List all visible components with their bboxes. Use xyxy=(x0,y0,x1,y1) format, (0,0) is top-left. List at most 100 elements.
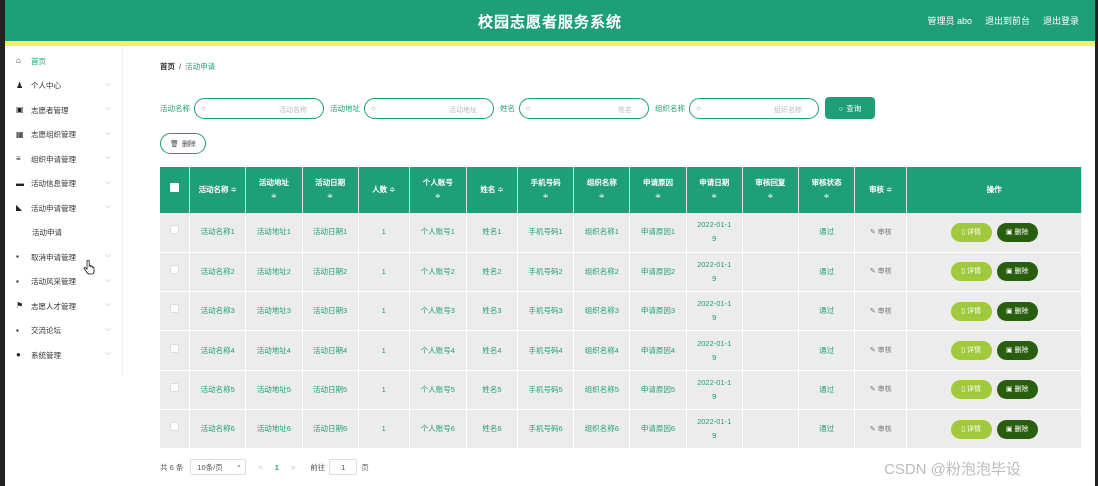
column-header-5[interactable]: 姓名 ≑ xyxy=(466,167,519,213)
row-checkbox[interactable] xyxy=(160,330,191,371)
page-number-current[interactable]: 1 xyxy=(275,463,279,472)
detail-button[interactable]: ▯ 详情 xyxy=(950,341,992,361)
table-cell: 1 xyxy=(358,370,410,410)
delete-button[interactable]: ▣ 删除 xyxy=(996,222,1038,242)
sidebar-item-2[interactable]: ▣ 志愿者管理 ⌵ xyxy=(5,98,122,123)
cell-value: 组织名称6 xyxy=(584,424,619,434)
detail-button[interactable]: ▯ 详情 xyxy=(950,419,992,439)
table-cell: 活动日期2 xyxy=(302,252,359,293)
search-input-2[interactable]: ○ 姓名 xyxy=(519,97,649,119)
detail-button[interactable]: ▯ 详情 xyxy=(950,301,992,321)
sidebar-item-5[interactable]: ▬ 活动信息管理 ⌵ xyxy=(5,172,122,197)
cell-value: 姓名4 xyxy=(482,345,502,355)
delete-button[interactable]: ▣ 删除 xyxy=(996,419,1038,439)
edit-icon: ✎ xyxy=(869,347,878,355)
delete-button[interactable]: ▣ 删除 xyxy=(996,380,1038,400)
admin-user-link[interactable]: 管理员 abo xyxy=(927,14,972,27)
search-input-3[interactable]: ○ 组织名称 xyxy=(689,97,819,119)
sidebar-item-3[interactable]: ▦ 志愿组织管理 ⌵ xyxy=(5,123,122,148)
next-page-button[interactable]: > xyxy=(291,463,295,472)
sidebar-item-0[interactable]: ⌂ 首页 xyxy=(5,49,122,74)
prev-page-button[interactable]: < xyxy=(258,463,262,472)
delete-button[interactable]: ▣ 删除 xyxy=(996,301,1038,321)
sidebar-item-1[interactable]: ♟ 个人中心 ⌵ xyxy=(5,74,122,99)
delete-button[interactable]: ▣ 删除 xyxy=(996,341,1038,361)
detail-button[interactable]: ▯ 详情 xyxy=(950,380,992,400)
table-cell: 组织名称3 xyxy=(573,291,631,332)
audit-link[interactable]: ✎ 审核 xyxy=(870,426,892,433)
audit-link[interactable]: ✎ 审核 xyxy=(870,229,892,236)
cell-value: 活动日期1 xyxy=(313,227,348,237)
column-header-6[interactable]: 手机号码 ≑ xyxy=(517,167,575,213)
row-checkbox[interactable] xyxy=(160,409,191,450)
breadcrumb-home[interactable]: 首页 xyxy=(160,62,175,71)
cell-value: 活动名称1 xyxy=(200,227,235,237)
sidebar-item-8[interactable]: ▪ 活动风采管理 ⌵ xyxy=(5,270,122,295)
table-row: 活动名称2 活动地址2 活动日期2 1 个人账号2 姓名2 手机号码2 组织名称2 申请原因2 2… xyxy=(160,252,1082,293)
query-button[interactable]: ○ 查询 xyxy=(825,97,875,119)
checkbox-icon xyxy=(170,343,180,353)
cell-value: 申请原因3 xyxy=(640,306,676,316)
sidebar-subitem-active[interactable]: 活动申请 xyxy=(5,220,122,245)
table-cell: 姓名4 xyxy=(466,330,519,371)
audit-label: 审核 xyxy=(877,268,892,276)
audit-link[interactable]: ✎ 审核 xyxy=(870,386,892,393)
column-header-9[interactable]: 申请日期 ≑ xyxy=(686,167,743,213)
page-size-select[interactable]: 10条/页 ▾ xyxy=(190,459,247,475)
query-label: 查询 xyxy=(846,103,862,113)
table-cell: 组织名称2 xyxy=(573,252,631,293)
chevron-down-icon: ▾ xyxy=(237,464,241,470)
column-header-7[interactable]: 组织名称 ≑ xyxy=(573,167,631,213)
audit-label: 审核 xyxy=(877,228,892,236)
column-label: 个人账号 xyxy=(422,178,453,187)
home-icon: ⌂ xyxy=(16,56,21,65)
sidebar-item-11[interactable]: ● 系统管理 ⌵ xyxy=(5,343,122,368)
sidebar-item-9[interactable]: ⚑ 志愿人才管理 ⌵ xyxy=(5,294,122,319)
row-checkbox[interactable] xyxy=(160,370,191,410)
sidebar-item-6[interactable]: ◣ 活动申请管理 ⌵ xyxy=(5,196,122,221)
audit-link[interactable]: ✎ 审核 xyxy=(870,347,892,354)
delete-label: 删除 xyxy=(1014,228,1029,236)
logout-link[interactable]: 退出登录 xyxy=(1043,14,1079,27)
detail-button[interactable]: ▯ 详情 xyxy=(950,262,992,282)
goto-page-input[interactable]: 1 xyxy=(329,459,358,475)
search-input-1[interactable]: ○ 活动地址 xyxy=(364,97,494,119)
cell-value: 组织名称5 xyxy=(584,384,619,394)
table-cell: 手机号码6 xyxy=(517,409,575,450)
row-checkbox[interactable] xyxy=(160,213,191,253)
column-header-10[interactable]: 审核回复 ≑ xyxy=(742,167,799,213)
detail-label: 详情 xyxy=(967,425,982,433)
column-header-3[interactable]: 人数 ≑ xyxy=(358,167,410,213)
chevron-down-icon: ⌵ xyxy=(105,276,111,284)
exit-to-frontend-link[interactable]: 退出到前台 xyxy=(985,14,1030,27)
cell-value: 个人账号2 xyxy=(420,266,455,276)
audit-link[interactable]: ✎ 审核 xyxy=(870,308,892,315)
sidebar-item-7[interactable]: ▪ 取消申请管理 ⌵ xyxy=(5,245,122,270)
table-cell: 活动日期3 xyxy=(302,291,359,332)
batch-delete-button[interactable]: 🗑 删除 xyxy=(160,133,206,154)
column-header-4[interactable]: 个人账号 ≑ xyxy=(409,167,467,213)
goto-label: 前往 xyxy=(310,462,326,472)
row-checkbox[interactable] xyxy=(160,291,191,332)
sidebar-item-4[interactable]: ≡ 组织申请管理 ⌵ xyxy=(5,147,122,172)
column-header-11[interactable]: 审核状态 ≑ xyxy=(798,167,856,213)
delete-button[interactable]: ▣ 删除 xyxy=(996,262,1038,282)
column-header-2[interactable]: 活动日期 ≑ xyxy=(302,167,359,213)
apply-date-part2: 9 xyxy=(712,234,717,244)
chevron-down-icon: ⌵ xyxy=(105,129,111,137)
sidebar-item-10[interactable]: ▪ 交流论坛 ⌵ xyxy=(5,319,122,344)
table-cell: 2022-01-1 9 xyxy=(686,330,743,371)
column-header-8[interactable]: 申请原因 ≑ xyxy=(629,167,687,213)
search-input-0[interactable]: ○ 活动名称 xyxy=(194,97,324,119)
select-all-checkbox[interactable] xyxy=(160,167,191,213)
top-header: 校园志愿者服务系统 管理员 abo 退出到前台 退出登录 xyxy=(5,0,1095,41)
column-header-12[interactable]: 审核 ≑ xyxy=(854,167,908,213)
column-header-0[interactable]: 活动名称 ≑ xyxy=(189,167,247,213)
flag-icon: ⚑ xyxy=(16,301,24,310)
table-cell: 申请原因4 xyxy=(629,330,687,371)
audit-link[interactable]: ✎ 审核 xyxy=(870,268,892,275)
row-checkbox[interactable] xyxy=(160,252,191,293)
column-header-1[interactable]: 活动地址 ≑ xyxy=(245,167,303,213)
detail-button[interactable]: ▯ 详情 xyxy=(950,222,992,242)
column-label: 活动日期 xyxy=(315,178,346,187)
